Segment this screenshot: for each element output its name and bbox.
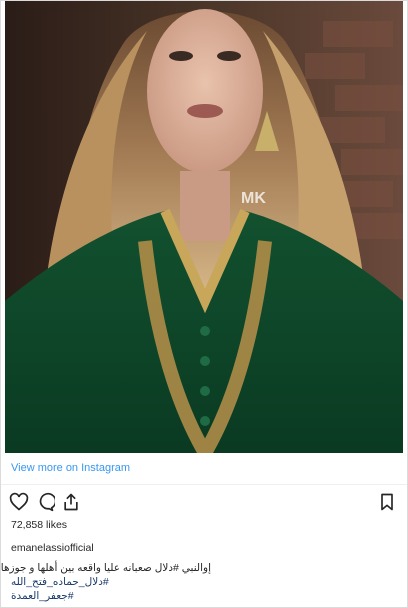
view-more-link[interactable]: View more on Instagram <box>11 462 130 474</box>
watermark-text: MK <box>241 190 266 207</box>
username[interactable]: emanelassiofficial <box>11 542 94 554</box>
post-photo[interactable]: MK <box>5 1 403 453</box>
instagram-embed: MK View more on Instagram 72,858 likes e… <box>0 0 408 608</box>
heart-icon[interactable] <box>9 492 31 514</box>
caption: إوالنبي #دلال صعبانه عليا واقعه بين أهله… <box>0 561 211 603</box>
hashtag-line[interactable]: #جعفر_العمدة <box>11 589 211 603</box>
likes-count: 72,858 likes <box>11 519 68 531</box>
bookmark-icon[interactable] <box>377 492 399 514</box>
comment-icon[interactable] <box>35 492 57 514</box>
divider <box>1 484 407 485</box>
hashtag-line[interactable]: #دلال_حماده_فتح_الله <box>11 575 211 589</box>
caption-line: إوالنبي #دلال صعبانه عليا واقعه بين أهله… <box>0 562 211 574</box>
share-icon[interactable] <box>61 492 83 514</box>
action-bar <box>9 492 399 514</box>
portrait-image: MK <box>5 1 403 453</box>
